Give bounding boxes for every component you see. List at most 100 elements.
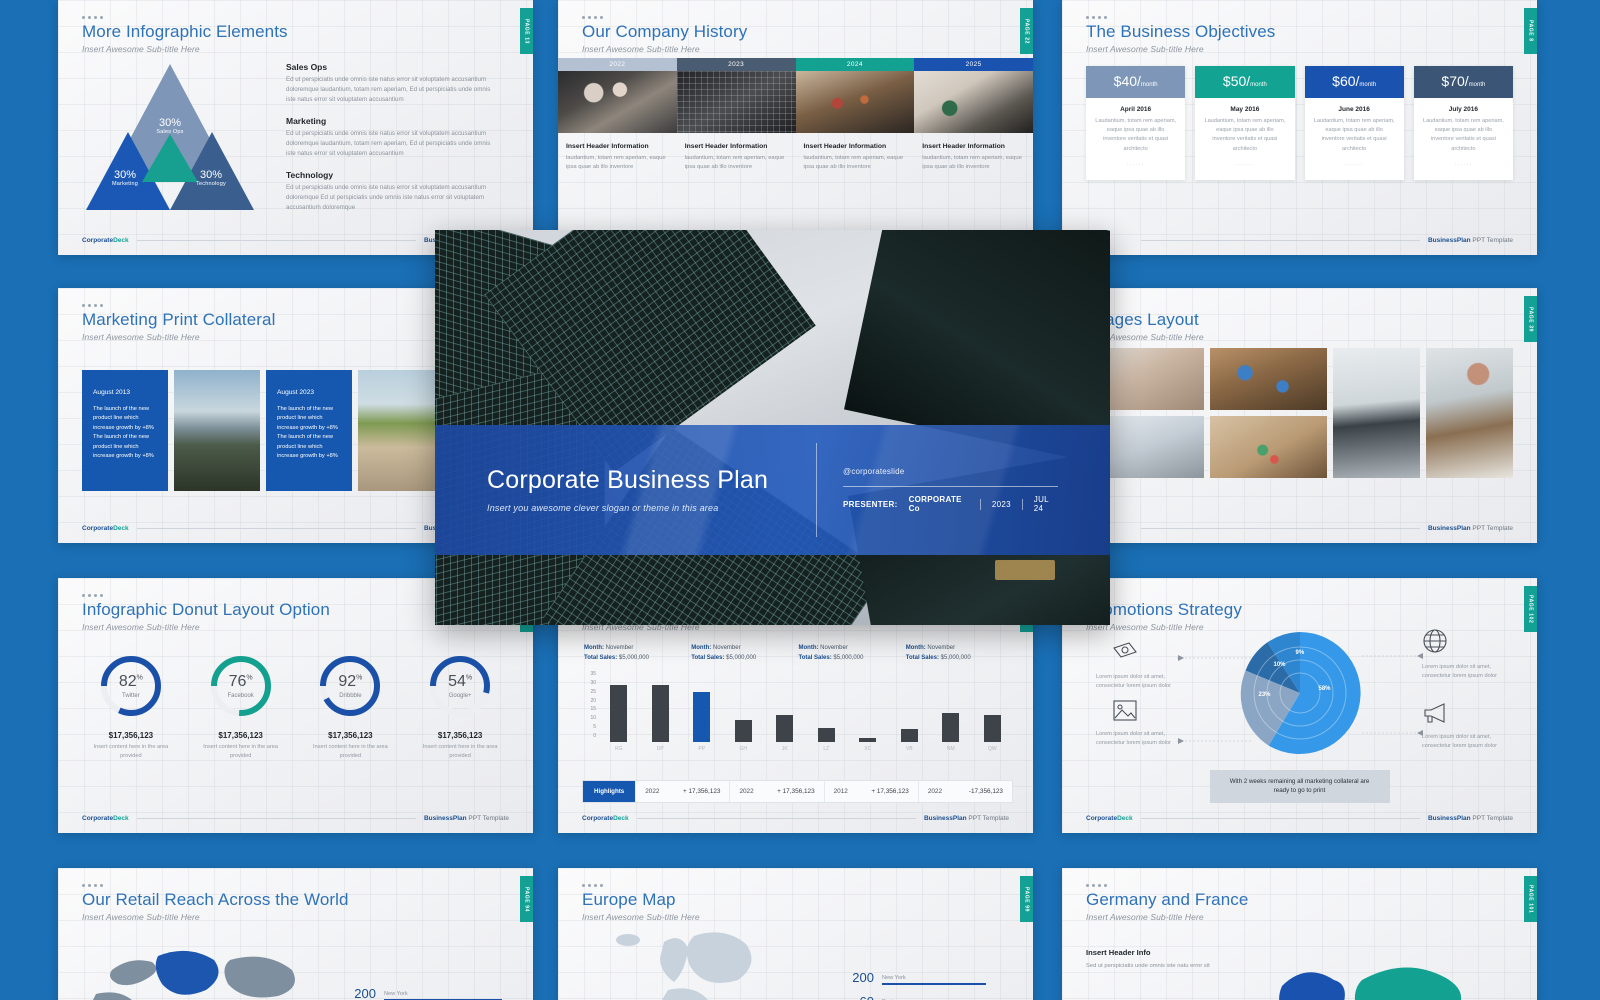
hero-title: Corporate Business Plan bbox=[487, 466, 769, 495]
chart-bar-label: DP bbox=[656, 746, 664, 752]
chart-bar-fill bbox=[983, 714, 1001, 742]
donut-amount: $17,356,123 bbox=[108, 731, 154, 740]
gallery-image[interactable] bbox=[1333, 348, 1420, 478]
gallery-image[interactable] bbox=[1209, 348, 1327, 410]
globe-icon bbox=[1422, 628, 1448, 654]
chart-bar[interactable]: QW bbox=[983, 714, 1001, 752]
pricing-card[interactable]: $70/month July 2016 Laudantium, totam re… bbox=[1413, 66, 1513, 180]
collateral-date: August 2023 bbox=[277, 389, 315, 396]
pricing-dots-icon: ······ bbox=[1345, 161, 1364, 168]
chart-bar[interactable]: JK bbox=[776, 714, 794, 752]
chart-bar-label: PP bbox=[698, 746, 706, 752]
slide-header: Our Retail Reach Across the World Insert… bbox=[82, 884, 349, 922]
timeline-column[interactable]: 2025 Insert Header Information laudantiu… bbox=[914, 58, 1033, 173]
header-info-title: Insert Header Info bbox=[1086, 948, 1151, 957]
footer-divider bbox=[1140, 818, 1420, 819]
pricing-body: May 2016 Laudantium, totam rem aperiam, … bbox=[1195, 98, 1294, 180]
y-tick-label: 15 bbox=[590, 706, 596, 713]
timeline-year: 2022 bbox=[558, 58, 677, 71]
pricing-header: $60/month bbox=[1304, 66, 1404, 98]
month-summary: Month: November Total Sales: $5,000,000 bbox=[584, 645, 649, 661]
donut-item[interactable]: 54% Google+ $17,356,123 Insert content h… bbox=[405, 654, 515, 760]
megaphone-icon bbox=[1422, 700, 1448, 726]
pricing-card[interactable]: $60/month June 2016 Laudantium, totam re… bbox=[1304, 66, 1404, 180]
germany-france-text: Insert Header Info Sed ut perspiciatis u… bbox=[1086, 948, 1236, 972]
chart-bars: RG DP PP GH JK LZ XC VB NM QW bbox=[598, 674, 1013, 752]
donut-center: 92% Dribbble bbox=[318, 654, 382, 718]
slide-header: Germany and France Insert Awesome Sub-ti… bbox=[1086, 884, 1248, 922]
donut-label: Facebook bbox=[227, 692, 254, 699]
slide-more-infographic-elements[interactable]: More Infographic Elements Insert Awesome… bbox=[58, 0, 533, 255]
donut-item[interactable]: 92% Dribbble $17,356,123 Insert content … bbox=[296, 654, 406, 760]
pyramid-value: 30% bbox=[113, 169, 137, 181]
chart-bar[interactable]: DP bbox=[651, 685, 669, 752]
timeline-column[interactable]: 2024 Insert Header Information laudantiu… bbox=[795, 58, 915, 173]
slide-footer: CorporateDeck BusinessPlan PPT Template bbox=[582, 815, 1009, 822]
chart-bar-fill bbox=[817, 727, 835, 742]
hero-title-slide[interactable]: Corporate Business Plan Insert you aweso… bbox=[435, 230, 1110, 625]
slide-promotions-strategy[interactable]: Promotions Strategy Insert Awesome Sub-t… bbox=[1062, 578, 1537, 833]
pyramid-name: Marketing bbox=[112, 181, 138, 188]
slide-our-retail-reach-across-the-world[interactable]: Our Retail Reach Across the World Insert… bbox=[58, 868, 533, 1000]
gallery-image[interactable] bbox=[1209, 416, 1327, 478]
pyramid-name: Technology bbox=[196, 181, 226, 188]
pyramid-value: 30% bbox=[158, 117, 182, 129]
timeline-column[interactable]: 2023 Insert Header Information laudantiu… bbox=[676, 58, 796, 173]
pricing-month: April 2016 bbox=[1120, 106, 1152, 113]
slide-header: Our Company History Insert Awesome Sub-t… bbox=[582, 16, 747, 54]
timeline-heading: Insert Header Information bbox=[922, 143, 1005, 150]
timeline-body: laudantium, totam rem aperiam, eaque ips… bbox=[922, 155, 1022, 171]
donut-item[interactable]: 82% Twitter $17,356,123 Insert content h… bbox=[76, 654, 186, 760]
month-summary: Month: November Total Sales: $5,000,000 bbox=[691, 645, 757, 661]
pricing-card[interactable]: $50/month May 2016 Laudantium, totam rem… bbox=[1195, 66, 1295, 180]
pricing-card-row: $40/month April 2016 Laudantium, totam r… bbox=[1086, 66, 1513, 180]
slide-footer: CorporateDeck BusinessPlan PPT Template bbox=[1086, 815, 1513, 822]
donut-ring: 54% Google+ bbox=[428, 654, 492, 718]
collateral-text-card[interactable]: August 2023 The launch of the new produc… bbox=[266, 370, 352, 491]
slide-the-business-objectives[interactable]: The Business Objectives Insert Awesome S… bbox=[1062, 0, 1537, 255]
map-legend: 200 New York bbox=[346, 986, 502, 1000]
hero-title-block: Corporate Business Plan Insert you aweso… bbox=[487, 467, 790, 513]
slide-our-company-history[interactable]: Our Company History Insert Awesome Sub-t… bbox=[558, 0, 1033, 255]
pricing-card[interactable]: $40/month April 2016 Laudantium, totam r… bbox=[1086, 66, 1186, 180]
page-title: Marketing Print Collateral bbox=[82, 310, 276, 329]
hero-meta-block: @corporateslide PRESENTER: CORPORATE Co … bbox=[843, 467, 1058, 513]
chart-bar-fill bbox=[859, 738, 877, 742]
chart-bar[interactable]: GH bbox=[734, 719, 752, 752]
image-icon bbox=[1112, 698, 1138, 724]
month-summary: Month: November Total Sales: $5,000,000 bbox=[798, 645, 864, 661]
chart-bar[interactable]: VB bbox=[900, 728, 918, 752]
chart-bar[interactable]: PP bbox=[693, 692, 711, 752]
chart-bar-label: RG bbox=[615, 746, 623, 752]
timeline-column[interactable]: 2022 Insert Header Information laudantiu… bbox=[558, 58, 677, 173]
pricing-body: June 2016 Laudantium, totam rem aperiam,… bbox=[1305, 98, 1404, 180]
donut-item[interactable]: 76% Facebook $17,356,123 Insert content … bbox=[186, 654, 296, 760]
y-tick-label: 35 bbox=[590, 671, 596, 677]
timeline-text: Insert Header Information laudantium, to… bbox=[796, 133, 915, 173]
donut-center: 82% Twitter bbox=[99, 654, 163, 718]
block-heading: Marketing bbox=[286, 116, 327, 127]
legend-row: 200 New York bbox=[844, 970, 986, 985]
pricing-dots-icon: ······ bbox=[1235, 161, 1254, 168]
timeline-year: 2024 bbox=[795, 58, 915, 71]
chart-bar-fill bbox=[651, 685, 669, 742]
slide-europe-map[interactable]: Europe Map Insert Awesome Sub-title Here… bbox=[558, 868, 1033, 1000]
chart-bar[interactable]: RG bbox=[610, 685, 628, 752]
chart-bar[interactable]: XC bbox=[859, 738, 877, 752]
collateral-text-card[interactable]: August 2013 The launch of the new produc… bbox=[82, 370, 168, 491]
chart-bar[interactable]: LZ bbox=[817, 727, 835, 752]
hero-title-band: Corporate Business Plan Insert you aweso… bbox=[435, 425, 1110, 555]
gallery-image[interactable] bbox=[1426, 348, 1513, 478]
slide-header: Marketing Print Collateral Insert Awesom… bbox=[82, 304, 275, 342]
slide-images-layout[interactable]: Images Layout Insert Awesome Sub-title H… bbox=[1062, 288, 1537, 543]
europe-map-graphic bbox=[616, 932, 752, 1000]
legend-bar bbox=[882, 982, 986, 985]
title-dots-icon bbox=[582, 884, 700, 887]
title-dots-icon bbox=[82, 16, 288, 19]
timeline-year: 2025 bbox=[914, 58, 1033, 71]
chart-bar[interactable]: NM bbox=[942, 712, 960, 752]
slide-germany-and-france[interactable]: Germany and France Insert Awesome Sub-ti… bbox=[1062, 868, 1537, 1000]
page-title: Europe Map bbox=[582, 890, 676, 909]
pyramid-label-technology: 30% Technology bbox=[176, 169, 246, 187]
footer-divider bbox=[136, 240, 416, 241]
